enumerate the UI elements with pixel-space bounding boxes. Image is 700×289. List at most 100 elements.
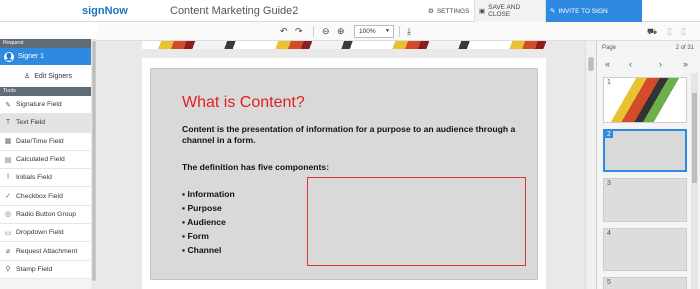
calendar-icon: ▦: [4, 138, 12, 146]
text-icon: T: [5, 119, 11, 127]
request-heading: Request: [0, 39, 96, 48]
tool-date-time-field[interactable]: ▦ Date/Time Field: [0, 132, 96, 151]
document-scrollbar[interactable]: [585, 41, 596, 289]
top-bar: signNow Content Marketing Guide2 ⚙ SETTI…: [0, 0, 700, 22]
checkbox-icon: ✓: [5, 193, 11, 201]
invite-to-sign-button[interactable]: ✎ INVITE TO SIGN: [546, 0, 642, 22]
slide-definition-text: The definition has five components:: [182, 162, 330, 172]
toolbar-divider: [313, 26, 314, 37]
page-number: 2: [605, 131, 613, 138]
slide-title: What is Content?: [182, 94, 305, 111]
component-label: Audience: [187, 217, 226, 227]
tool-checkbox-field[interactable]: ✓ Checkbox Field: [0, 187, 96, 206]
pen-icon: ✎: [5, 101, 11, 109]
tool-text-field[interactable]: T Text Field: [0, 114, 96, 133]
component-label: Channel: [187, 245, 222, 255]
first-page-icon[interactable]: «: [605, 59, 610, 69]
tool-stamp-field[interactable]: ⚲ Stamp Field: [0, 260, 96, 279]
tool-dropdown-field[interactable]: ▭ Dropdown Field: [0, 224, 96, 243]
dropdown-icon: ▭: [4, 229, 12, 237]
page-count: 2 of 31: [675, 45, 694, 51]
previous-page-slide-edge: [142, 41, 546, 49]
toolbar-divider: [399, 26, 400, 37]
signnow-logo[interactable]: signNow: [82, 5, 128, 17]
tools-heading: Tools: [0, 87, 96, 96]
chevron-down-icon: ▼: [385, 28, 390, 34]
settings-label: SETTINGS: [436, 7, 470, 15]
component-item: ▪ Audience: [182, 217, 235, 231]
tool-request-attachment[interactable]: ⌀ Request Attachment: [0, 242, 96, 261]
scrollbar-thumb[interactable]: [588, 57, 594, 71]
save-icon: ▣: [479, 8, 486, 15]
page-label: Page: [602, 45, 617, 51]
page-thumbnail-5[interactable]: 5: [603, 277, 687, 289]
component-item: ▪ Form: [182, 231, 235, 245]
zoom-value: 100%: [359, 28, 376, 35]
previous-page-icon[interactable]: ‹: [629, 59, 632, 69]
tool-label: Date/Time Field: [16, 137, 64, 145]
settings-button[interactable]: ⚙ SETTINGS: [424, 0, 473, 22]
zoom-out-icon[interactable]: ⊖: [322, 25, 330, 38]
component-item: ▪ Channel: [182, 245, 235, 259]
next-page-icon[interactable]: ›: [659, 59, 662, 69]
panel-toggle-icon[interactable]: ▯: [667, 25, 672, 38]
calculator-icon: ▤: [4, 156, 12, 164]
page-thumbnail-2[interactable]: 2: [603, 129, 687, 172]
page-number: 3: [607, 180, 611, 187]
signer-name: Signer 1: [18, 53, 45, 60]
car-icon[interactable]: ⛟: [647, 25, 657, 38]
undo-icon[interactable]: ↶: [280, 25, 288, 38]
feather-pen-icon: ✎: [550, 8, 556, 15]
document-page: What is Content? Content is the presenta…: [142, 58, 546, 289]
page-thumbnails-panel: Page 2 of 31 « ‹ › » 1 2 3 4 5: [596, 41, 700, 289]
tools-list: ✎ Signature Field T Text Field ▦ Date/Time Fi…: [0, 96, 96, 279]
tool-initials-field[interactable]: ǀ Initials Field: [0, 169, 96, 188]
invite-to-sign-label: INVITE TO SIGN: [558, 7, 608, 15]
panel-toggle-icon-2[interactable]: ▯: [681, 25, 686, 38]
component-label: Form: [187, 231, 209, 241]
scrollbar-thumb[interactable]: [692, 93, 697, 183]
initials-icon: ǀ: [7, 174, 9, 182]
stamp-icon: ⚲: [5, 266, 11, 274]
left-sidebar: Request 👤 Signer 1 ♙ Edit Signers Tools …: [0, 39, 97, 289]
gear-icon: ⚙: [428, 8, 434, 15]
slide-body-text: Content is the presentation of informati…: [182, 124, 516, 145]
tool-label: Dropdown Field: [16, 229, 64, 237]
save-and-close-label: SAVE AND CLOSE: [488, 4, 521, 18]
download-icon[interactable]: ⤓: [407, 25, 411, 38]
paperclip-icon: ⌀: [5, 248, 11, 256]
scrollbar-thumb[interactable]: [92, 41, 96, 281]
signer-selector[interactable]: 👤 Signer 1: [0, 48, 96, 65]
tool-signature-field[interactable]: ✎ Signature Field: [0, 96, 96, 115]
radio-icon: ◎: [4, 211, 12, 219]
tool-radio-button-group[interactable]: ◎ Radio Button Group: [0, 205, 96, 225]
document-viewer: What is Content? Content is the presenta…: [97, 41, 596, 289]
edit-signers-label: Edit Signers: [34, 72, 73, 80]
tool-label: Calculated Field: [16, 156, 65, 164]
tool-label: Signature Field: [16, 101, 62, 109]
last-page-icon[interactable]: »: [683, 59, 688, 69]
tool-label: Checkbox Field: [16, 192, 63, 200]
components-list: ▪ Information ▪ Purpose ▪ Audience ▪ Form ▪ …: [182, 189, 235, 259]
page-navigation: « ‹ › »: [597, 59, 700, 71]
edit-signers-button[interactable]: ♙ Edit Signers: [0, 65, 96, 87]
tool-calculated-field[interactable]: ▤ Calculated Field: [0, 150, 96, 170]
tool-label: Stamp Field: [16, 265, 53, 273]
page-thumbnail-4[interactable]: 4: [603, 228, 687, 271]
tool-label: Radio Button Group: [16, 210, 77, 218]
component-label: Purpose: [187, 203, 222, 213]
zoom-select[interactable]: 100% ▼: [354, 25, 394, 38]
component-item: ▪ Information: [182, 189, 235, 203]
document-title: Content Marketing Guide2: [170, 5, 299, 17]
page-thumbnail-1[interactable]: 1: [603, 77, 687, 123]
text-field-placeholder[interactable]: [307, 177, 526, 266]
zoom-in-icon[interactable]: ⊕: [337, 25, 345, 38]
tool-label: Request Attachment: [16, 247, 78, 255]
save-and-close-button[interactable]: ▣ SAVE AND CLOSE: [474, 0, 546, 22]
redo-icon[interactable]: ↷: [295, 25, 303, 38]
tool-label: Initials Field: [16, 174, 52, 182]
page-number: 5: [607, 279, 611, 286]
thumbnails-scrollbar[interactable]: [691, 73, 698, 289]
page-thumbnail-3[interactable]: 3: [603, 178, 687, 222]
page-number: 4: [607, 230, 611, 237]
